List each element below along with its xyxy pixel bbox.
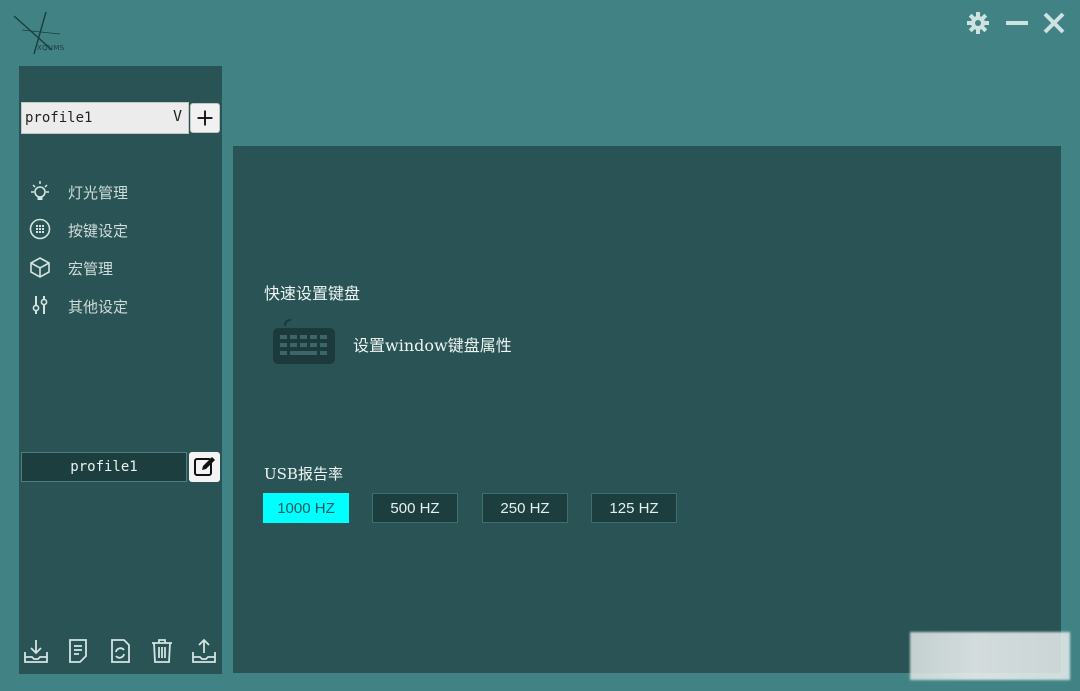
nav-label-keys: 按键设定 xyxy=(68,222,129,240)
sidebar xyxy=(19,66,222,674)
import-icon[interactable] xyxy=(22,637,50,665)
nav-item-keys[interactable]: 按键设定 xyxy=(26,214,216,244)
rate-button-250[interactable]: 250 HZ xyxy=(482,493,568,523)
logo-text: XQUMS xyxy=(37,44,65,52)
edit-icon[interactable] xyxy=(189,452,220,482)
watermark-overlay xyxy=(910,632,1070,680)
keypad-icon xyxy=(29,218,51,240)
usb-rate-title: USB报告率 xyxy=(264,465,343,483)
add-profile-button[interactable] xyxy=(190,103,220,133)
refresh-icon[interactable] xyxy=(106,637,134,665)
main-panel xyxy=(233,146,1061,673)
rate-button-1000[interactable]: 1000 HZ xyxy=(263,493,349,523)
profile-select-value: profile1 xyxy=(25,110,93,126)
nav-label-lighting: 灯光管理 xyxy=(68,184,129,202)
gear-icon[interactable] xyxy=(965,10,991,36)
nav-item-other[interactable]: 其他设定 xyxy=(26,290,216,320)
nav-label-other: 其他设定 xyxy=(68,298,129,316)
chevron-down-icon[interactable]: V xyxy=(173,107,182,125)
keyboard-settings-link[interactable]: 设置window键盘属性 xyxy=(353,332,512,356)
rate-button-500[interactable]: 500 HZ xyxy=(372,493,458,523)
nav-item-macro[interactable]: 宏管理 xyxy=(26,252,216,282)
nav-item-lighting[interactable]: 灯光管理 xyxy=(26,176,216,206)
nav-label-macro: 宏管理 xyxy=(68,260,114,278)
bottom-toolbar xyxy=(19,633,222,673)
keyboard-icon[interactable] xyxy=(271,318,337,366)
quick-setup-title: 快速设置键盘 xyxy=(264,284,361,303)
export-icon[interactable] xyxy=(190,637,218,665)
cube-icon xyxy=(30,257,50,278)
close-icon[interactable] xyxy=(1041,10,1067,36)
minimize-icon[interactable] xyxy=(1004,10,1030,36)
profile-name-field[interactable]: profile1 xyxy=(21,452,187,482)
sliders-icon xyxy=(32,296,48,314)
bulb-icon xyxy=(31,181,49,200)
trash-icon[interactable] xyxy=(148,637,176,665)
rate-button-125[interactable]: 125 HZ xyxy=(591,493,677,523)
profile-select[interactable]: profile1 xyxy=(21,102,189,134)
document-icon[interactable] xyxy=(64,637,92,665)
